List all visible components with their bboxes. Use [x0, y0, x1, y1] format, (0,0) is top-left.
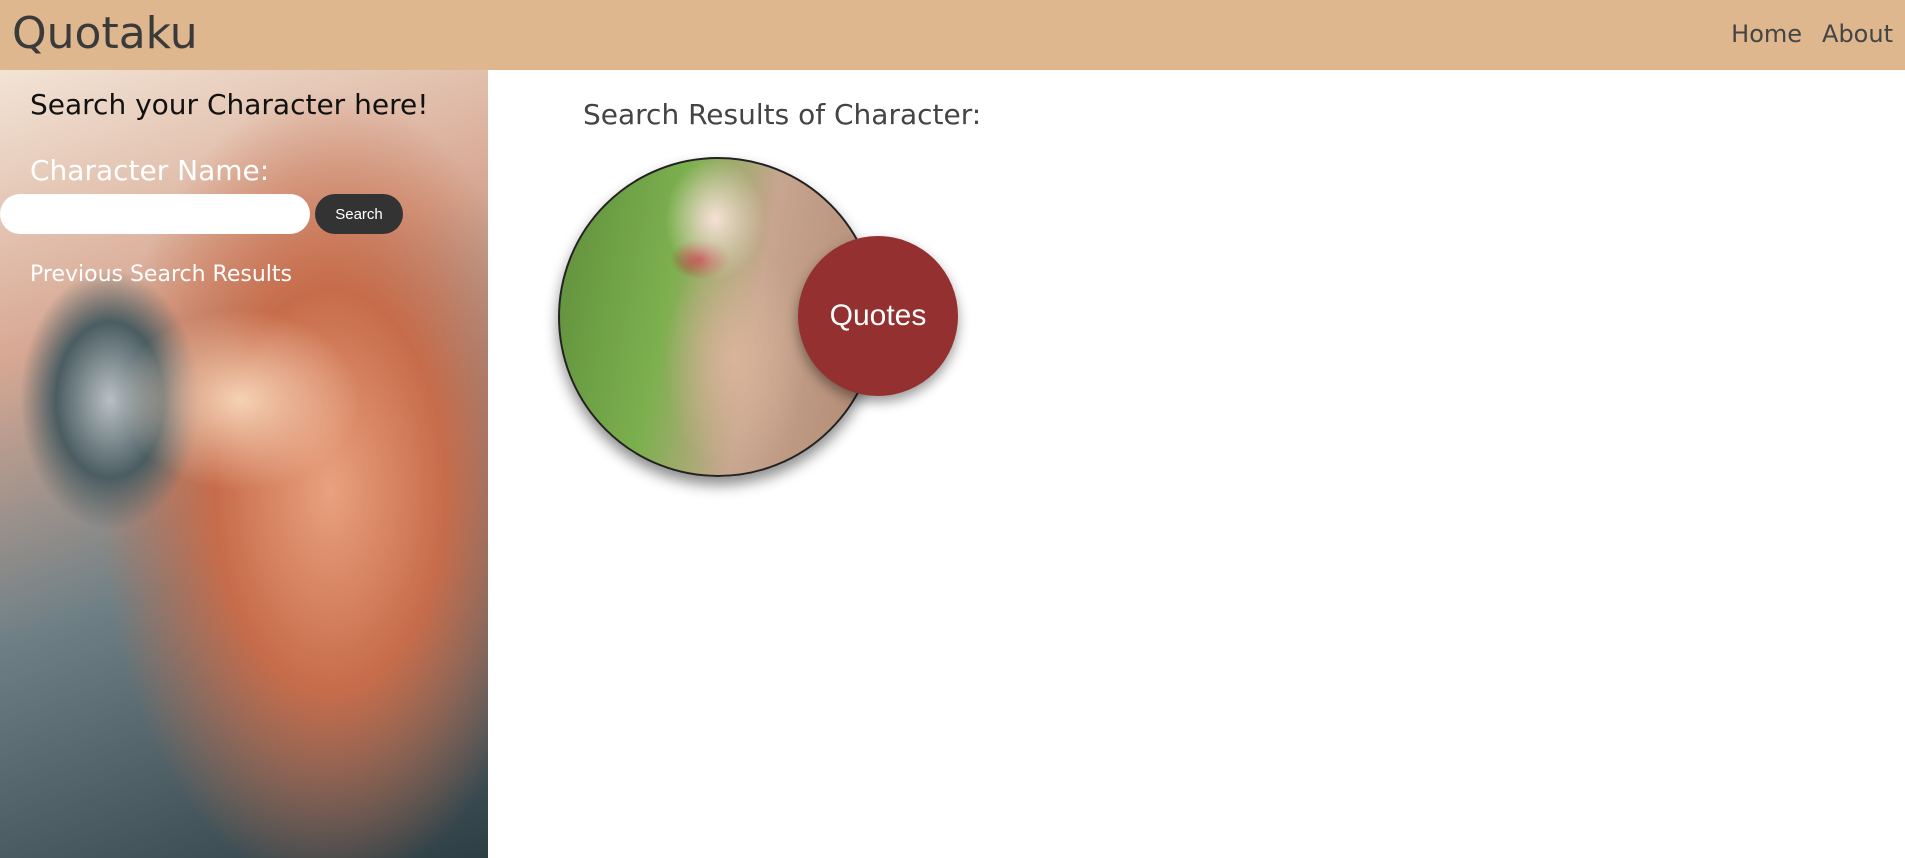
results-title: Search Results of Character: [583, 98, 982, 131]
nav-links: Home About [1731, 20, 1893, 48]
sidebar: Search your Character here! Character Na… [0, 70, 488, 858]
navbar: Quotaku Home About [0, 0, 1905, 70]
quotes-button[interactable]: Quotes [798, 236, 958, 396]
character-name-label: Character Name: [30, 154, 270, 187]
nav-home[interactable]: Home [1731, 20, 1802, 48]
brand-logo[interactable]: Quotaku [12, 8, 198, 59]
search-button[interactable]: Search [315, 194, 403, 234]
character-name-input[interactable] [0, 194, 310, 234]
nav-about[interactable]: About [1822, 20, 1893, 48]
sidebar-title: Search your Character here! [30, 88, 429, 121]
previous-search-results[interactable]: Previous Search Results [30, 262, 292, 287]
